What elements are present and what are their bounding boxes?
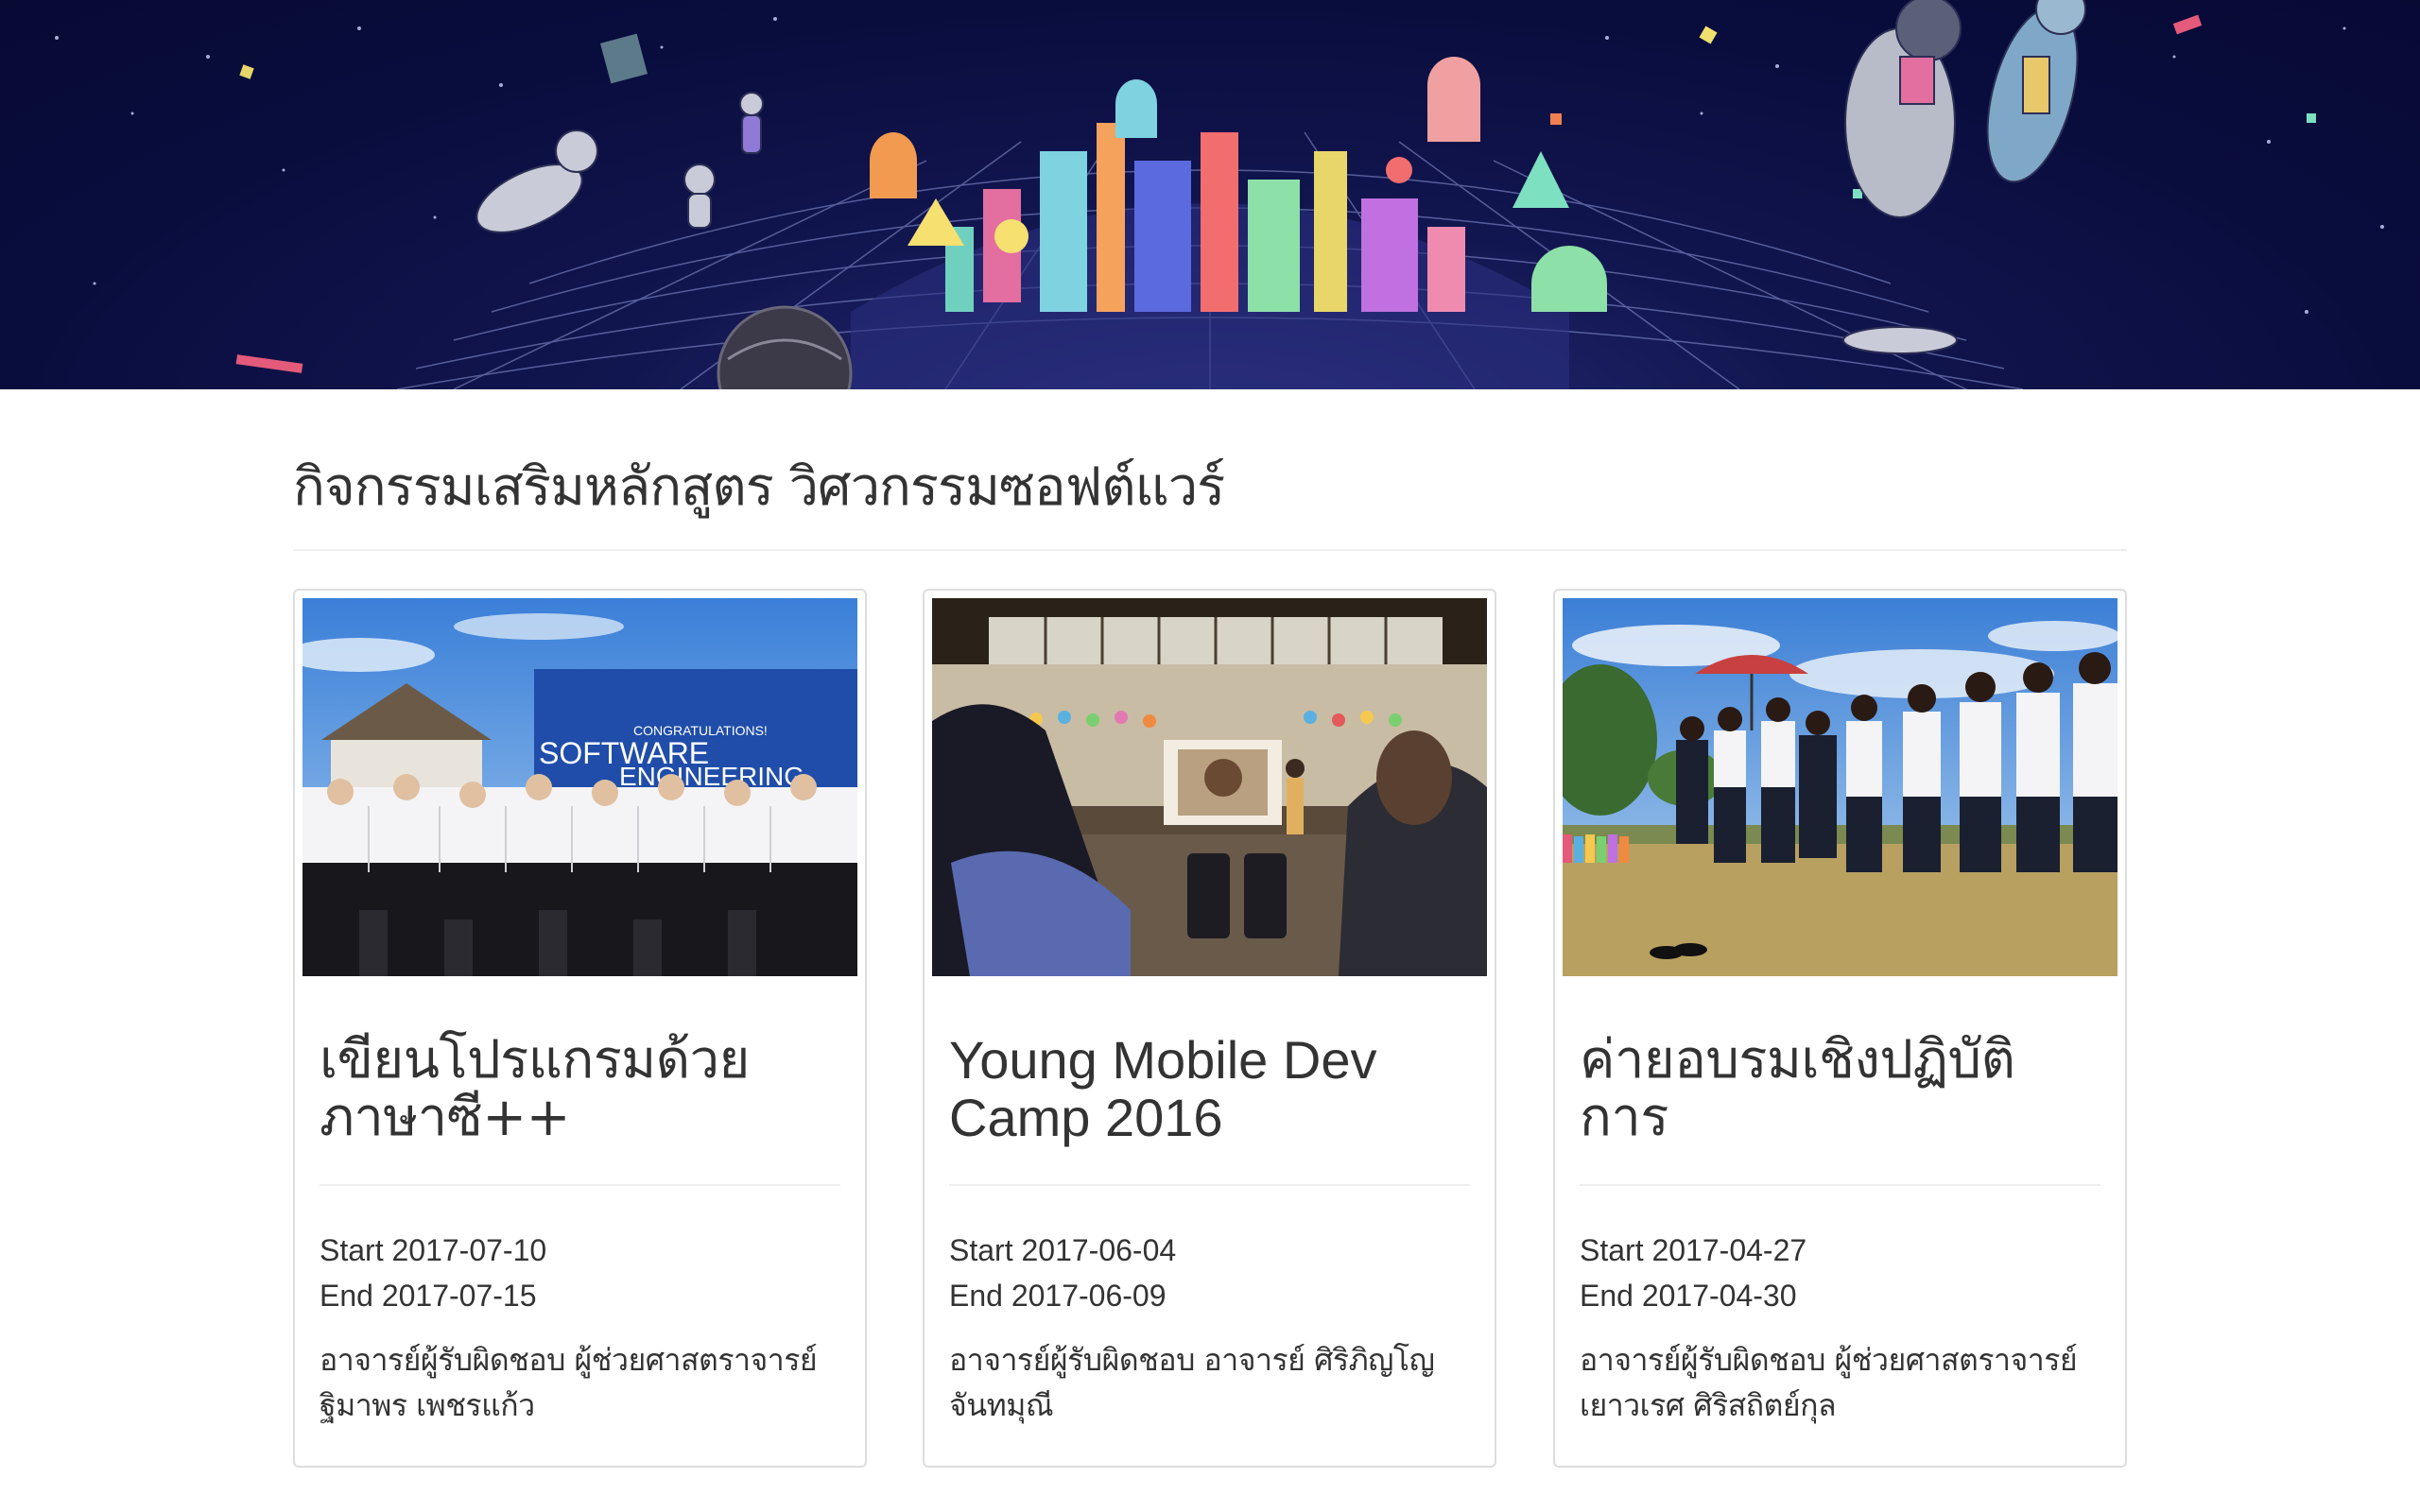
activity-card[interactable]: CONGRATULATIONS! SOFTWARE ENGINEERING เข… (293, 588, 867, 1468)
card-title[interactable]: ค่ายอบรมเชิงปฏิบัติการ (1580, 1030, 2100, 1148)
card-dates: Start 2017-06-04 End 2017-06-09 (949, 1228, 1470, 1318)
activity-thumbnail[interactable]: CONGRATULATIONS! SOFTWARE ENGINEERING (302, 597, 857, 976)
activity-thumbnail[interactable] (1563, 597, 2118, 976)
activity-thumbnail[interactable] (932, 597, 1487, 976)
card-dates: Start 2017-04-27 End 2017-04-30 (1580, 1228, 2100, 1318)
hero-illustration (55, 0, 2384, 389)
responsible-teacher: อาจารย์ผู้รับผิดชอบ ผู้ช่วยศาสตราจารย์ ฐ… (320, 1341, 818, 1423)
card-title[interactable]: Young Mobile Dev Camp 2016 (949, 1030, 1470, 1148)
end-date: End 2017-04-30 (1580, 1278, 1797, 1313)
sign-text-engineering: ENGINEERING (619, 762, 804, 791)
activity-photo: CONGRATULATIONS! SOFTWARE ENGINEERING (302, 597, 857, 976)
activity-card[interactable]: Young Mobile Dev Camp 2016 Start 2017-06… (923, 588, 1496, 1468)
responsible-teacher: อาจารย์ผู้รับผิดชอบ ผู้ช่วยศาสตราจารย์ เ… (1580, 1341, 2078, 1423)
activity-photo (932, 597, 1487, 976)
activity-card[interactable]: ค่ายอบรมเชิงปฏิบัติการ Start 2017-04-27 … (1553, 588, 2127, 1468)
responsible-teacher: อาจารย์ผู้รับผิดชอบ อาจารย์ ศิริภิญโญ จั… (949, 1341, 1435, 1423)
card-caption: Young Mobile Dev Camp 2016 Start 2017-06… (932, 1030, 1487, 1445)
start-date: Start 2017-07-10 (320, 1232, 547, 1267)
activity-card-list: CONGRATULATIONS! SOFTWARE ENGINEERING เข… (293, 588, 2127, 1477)
card-caption: เขียนโปรแกรมด้วยภาษาซี++ Start 2017-07-1… (302, 1030, 857, 1445)
card-divider (320, 1183, 840, 1186)
card-title[interactable]: เขียนโปรแกรมด้วยภาษาซี++ (320, 1030, 840, 1148)
end-date: End 2017-06-09 (949, 1278, 1167, 1313)
main-container: กิจกรรมเสริมหลักสูตร วิศวกรรมซอฟต์แวร์ C… (293, 389, 2127, 1477)
card-divider (949, 1183, 1470, 1186)
page-header: กิจกรรมเสริมหลักสูตร วิศวกรรมซอฟต์แวร์ (293, 389, 2127, 551)
card-divider (1580, 1183, 2100, 1186)
start-date: Start 2017-04-27 (1580, 1232, 1807, 1267)
start-date: Start 2017-06-04 (949, 1232, 1177, 1267)
activity-photo (1563, 597, 2118, 976)
card-dates: Start 2017-07-10 End 2017-07-15 (320, 1228, 840, 1318)
card-caption: ค่ายอบรมเชิงปฏิบัติการ Start 2017-04-27 … (1563, 1030, 2118, 1445)
hero-banner (0, 0, 2420, 389)
page-title: กิจกรรมเสริมหลักสูตร วิศวกรรมซอฟต์แวร์ (293, 456, 1225, 518)
end-date: End 2017-07-15 (320, 1278, 537, 1313)
